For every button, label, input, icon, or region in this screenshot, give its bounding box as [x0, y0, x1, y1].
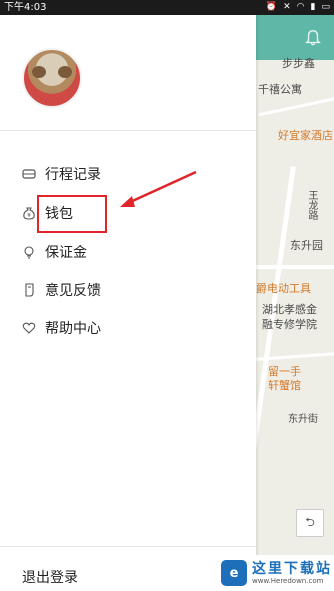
map-label: 千禧公寓 — [258, 83, 302, 96]
battery-icon: ▭ — [321, 2, 330, 12]
route-sign-icon[interactable]: ⮌ — [296, 509, 324, 537]
side-drawer: 行程记录 ¥ 钱包 保证金 意见反馈 帮助中心 退出登录 — [0, 15, 256, 591]
wifi-icon: ◠ — [296, 2, 305, 12]
map-label: 融专修学院 — [262, 318, 317, 331]
watermark: e 这里下载站 www.Heredown.com — [217, 555, 334, 591]
feedback-icon — [22, 283, 36, 297]
divider — [0, 130, 256, 131]
map-label: 湖北孝感金 — [262, 303, 317, 316]
mute-icon: ✕ — [283, 2, 291, 12]
arrow-annotation — [120, 170, 197, 207]
avatar[interactable] — [22, 48, 82, 108]
map-road — [256, 265, 334, 269]
map-label: 东升街 — [288, 414, 318, 425]
car-icon — [22, 167, 36, 181]
menu-label: 保证金 — [45, 245, 87, 261]
heart-icon — [22, 321, 36, 335]
menu-item-feedback[interactable]: 意见反馈 — [22, 279, 101, 301]
signal-icon: ▮ — [310, 2, 316, 12]
menu-label: 意见反馈 — [45, 283, 101, 299]
alarm-icon: ⏰ — [265, 2, 278, 12]
watermark-url: www.Heredown.com — [252, 576, 324, 585]
map-label: 轩蟹馆 — [268, 379, 301, 392]
highlight-box — [37, 195, 107, 233]
map-label: 步步鑫 — [282, 57, 315, 70]
map-label: 好宜家酒店 — [278, 129, 333, 142]
status-time: 下午4:03 — [4, 2, 47, 13]
divider — [0, 546, 256, 547]
status-bar: 下午4:03 ⏰ ✕ ◠ ▮ ▭ — [0, 0, 334, 15]
map-label: 东升园 — [290, 239, 323, 252]
menu-label: 行程记录 — [45, 167, 101, 183]
watermark-logo-icon: e — [221, 560, 247, 586]
map-label: 爵电动工具 — [256, 282, 311, 295]
watermark-title: 这里下载站 — [252, 560, 332, 577]
map-road — [258, 96, 334, 117]
status-icons: ⏰ ✕ ◠ ▮ ▭ — [266, 0, 330, 15]
menu-label: 帮助中心 — [45, 321, 101, 337]
svg-text:¥: ¥ — [27, 212, 31, 219]
menu-item-trips[interactable]: 行程记录 — [22, 163, 101, 185]
lightbulb-icon — [22, 245, 36, 259]
bell-icon[interactable] — [304, 29, 322, 47]
menu-item-deposit[interactable]: 保证金 — [22, 241, 87, 263]
map-label: 王龙路 — [306, 190, 317, 220]
logout-button[interactable]: 退出登录 — [22, 567, 78, 587]
menu-item-help[interactable]: 帮助中心 — [22, 317, 101, 339]
money-bag-icon: ¥ — [22, 206, 36, 220]
